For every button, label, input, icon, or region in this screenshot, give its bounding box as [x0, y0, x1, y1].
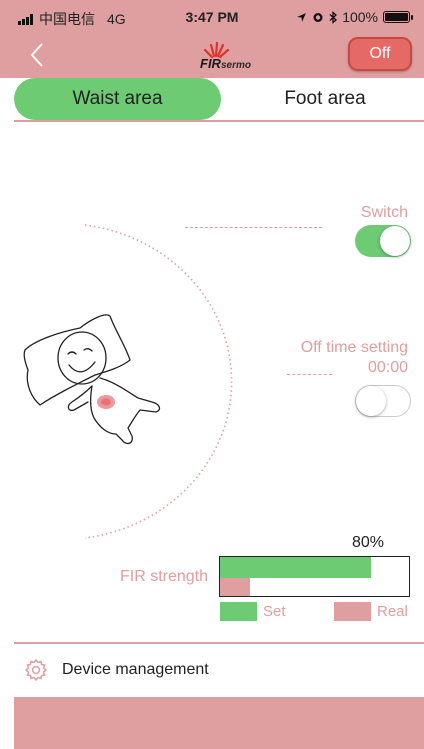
- toggle-knob: [356, 386, 386, 416]
- person-lying-illustration: [23, 314, 161, 445]
- back-chevron-icon[interactable]: [26, 40, 48, 70]
- logo-wordmark: FIRsermo: [200, 56, 251, 71]
- logo-suffix: sermo: [220, 60, 251, 71]
- legend-real-label: Real: [377, 603, 408, 620]
- legend-real-swatch: [334, 602, 371, 621]
- off-time-toggle[interactable]: [355, 385, 411, 417]
- heating-switch-toggle[interactable]: [355, 225, 411, 257]
- off-time-leader-line: [287, 374, 332, 375]
- battery-icon: [383, 11, 413, 23]
- brand-logo: FIRsermo: [190, 41, 260, 74]
- power-off-button[interactable]: Off: [348, 37, 412, 71]
- location-icon: [297, 12, 307, 22]
- alarm-icon: [313, 13, 323, 22]
- gear-icon: [24, 658, 48, 682]
- toggle-knob: [380, 226, 410, 256]
- tab-foot-area[interactable]: Foot area: [226, 78, 424, 120]
- legend-set: Set: [220, 602, 286, 621]
- fir-strength-bar[interactable]: [219, 556, 410, 597]
- footer-bar: [14, 697, 424, 749]
- section-divider: [14, 642, 424, 644]
- area-tabs: Waist area Foot area: [0, 78, 424, 120]
- bluetooth-icon: [329, 10, 338, 24]
- strength-percent: 80%: [352, 534, 385, 551]
- legend-set-label: Set: [263, 603, 286, 620]
- status-right: 100%: [296, 9, 413, 25]
- device-management-row[interactable]: Device management: [24, 657, 209, 683]
- logo-brand: FIR: [200, 56, 221, 71]
- battery-percent: 100%: [342, 9, 378, 25]
- fir-strength-label: FIR strength: [120, 568, 209, 585]
- tab-waist-area[interactable]: Waist area: [14, 78, 221, 120]
- legend-set-swatch: [220, 602, 257, 621]
- app-header: 中国电信 4G 3:47 PM 100% FIRsermo Off: [0, 0, 424, 78]
- legend-real: Real: [334, 602, 408, 621]
- switch-leader-line: [185, 227, 322, 228]
- off-time-label: Off time setting: [300, 339, 408, 356]
- strength-set-fill: [220, 557, 371, 578]
- tabs-divider: [14, 120, 424, 122]
- status-bar: 中国电信 4G 3:47 PM 100%: [0, 0, 424, 36]
- off-time-value[interactable]: 00:00: [368, 359, 408, 377]
- device-management-label: Device management: [62, 661, 209, 678]
- strength-real-fill: [220, 578, 250, 596]
- switch-label: Switch: [360, 204, 408, 221]
